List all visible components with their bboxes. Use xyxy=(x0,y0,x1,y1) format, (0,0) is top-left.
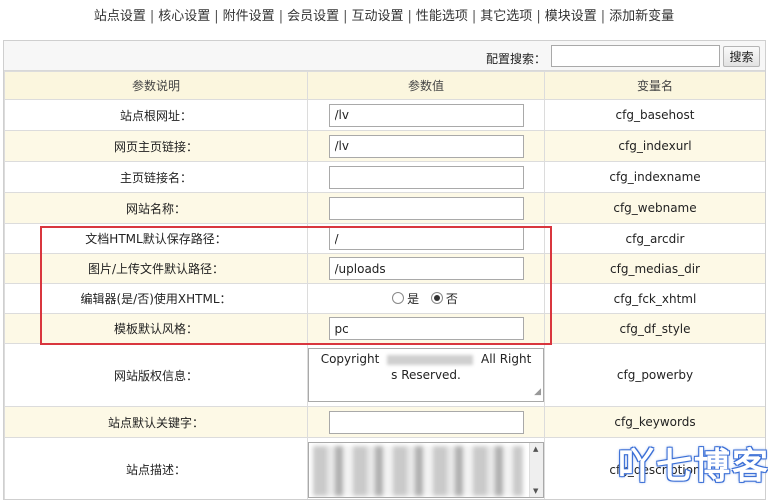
column-header-value: 参数值 xyxy=(307,71,545,100)
radio-label: 是 xyxy=(407,291,420,306)
copyright-text-line2: s Reserved. xyxy=(391,368,461,382)
search-label: 配置搜索： xyxy=(486,52,547,66)
xhtml-radio-yes[interactable]: 是 xyxy=(392,290,419,307)
variable-name: cfg_medias_dir xyxy=(544,253,765,284)
nav-other-options[interactable]: 其它选项 xyxy=(480,9,532,24)
variable-name: cfg_df_style xyxy=(544,313,765,344)
nav-add-variable[interactable]: 添加新变量 xyxy=(609,9,674,24)
table-row: 主页链接名： cfg_indexname xyxy=(4,161,765,193)
search-button[interactable]: 搜索 xyxy=(723,46,760,67)
medias-dir-input[interactable] xyxy=(328,257,524,280)
arcdir-input[interactable] xyxy=(328,227,524,250)
variable-name: cfg_fck_xhtml xyxy=(544,283,765,314)
row-label: 网页主页链接： xyxy=(4,130,308,162)
row-label: 网站版权信息： xyxy=(4,343,308,407)
resize-grip-icon[interactable]: ◢ xyxy=(534,384,541,400)
nav-separator: | xyxy=(149,9,155,24)
search-input[interactable] xyxy=(551,45,720,67)
copyright-text-end: All Right xyxy=(481,352,532,366)
row-label: 主页链接名： xyxy=(4,161,308,193)
nav-separator: | xyxy=(407,9,412,24)
row-label: 编辑器(是/否)使用XHTML： xyxy=(4,283,308,314)
template-style-input[interactable] xyxy=(328,317,524,340)
xhtml-radio-no[interactable]: 否 xyxy=(430,290,458,307)
nav-module-settings[interactable]: 模块设置 xyxy=(545,9,597,24)
variable-name: cfg_powerby xyxy=(544,343,765,407)
nav-interaction-settings[interactable]: 互动设置 xyxy=(351,9,403,24)
redacted-text xyxy=(387,354,474,365)
copyright-text-start: Copyright xyxy=(320,352,380,366)
powerby-textarea[interactable]: Copyright All Right s Reserved. ◢ xyxy=(308,348,544,402)
table-row: 网页主页链接： cfg_indexurl xyxy=(4,130,765,162)
variable-name: cfg_indexname xyxy=(544,161,765,193)
row-label: 站点默认关键字： xyxy=(4,406,308,438)
nav-core-settings[interactable]: 核心设置 xyxy=(158,9,210,24)
nav-performance-options[interactable]: 性能选项 xyxy=(416,9,468,24)
nav-site-settings[interactable]: 站点设置 xyxy=(94,9,146,24)
config-search-bar: 配置搜索： 搜索 xyxy=(4,41,765,71)
row-label: 模板默认风格： xyxy=(4,313,308,344)
basehost-input[interactable] xyxy=(328,103,524,127)
row-label: 图片/上传文件默认路径： xyxy=(4,253,308,284)
textarea-scrollbar[interactable]: ▲ ▼ xyxy=(529,442,543,497)
variable-name: cfg_arcdir xyxy=(544,223,765,254)
radio-button-selected-icon[interactable] xyxy=(430,292,443,305)
nav-separator: | xyxy=(536,9,541,24)
watermark-logo: 吖七博客 xyxy=(618,446,768,487)
nav-separator: | xyxy=(278,9,284,24)
table-row: 文档HTML默认保存路径： cfg_arcdir xyxy=(4,223,765,254)
table-row: 网站版权信息： Copyright All Right s Reserved. … xyxy=(4,343,765,407)
scroll-up-icon[interactable]: ▲ xyxy=(533,445,538,453)
table-row: 网站名称： cfg_webname xyxy=(4,192,765,224)
nav-separator: | xyxy=(214,9,219,24)
redacted-text xyxy=(313,445,523,496)
table-row: 站点默认关键字： cfg_keywords xyxy=(4,406,765,438)
indexname-input[interactable] xyxy=(328,165,524,189)
description-textarea[interactable]: ▲ ▼ xyxy=(308,441,544,498)
table-row: 编辑器(是/否)使用XHTML： 是 否 cfg_fck_xhtml xyxy=(4,283,765,314)
nav-separator: | xyxy=(471,9,477,24)
table-row: 站点根网址： cfg_basehost xyxy=(4,99,765,131)
column-header-variable: 变量名 xyxy=(544,71,765,100)
radio-button-icon[interactable] xyxy=(392,292,405,305)
settings-table: 参数说明 参数值 变量名 站点根网址： cfg_basehost 网页主页链接：… xyxy=(4,71,765,499)
indexurl-input[interactable] xyxy=(328,134,524,158)
variable-name: cfg_keywords xyxy=(544,406,765,438)
nav-attachment-settings[interactable]: 附件设置 xyxy=(223,9,275,24)
nav-member-settings[interactable]: 会员设置 xyxy=(287,9,339,24)
row-label: 文档HTML默认保存路径： xyxy=(4,223,308,254)
nav-separator: | xyxy=(600,9,606,24)
row-label: 站点根网址： xyxy=(4,99,308,131)
radio-label: 否 xyxy=(445,291,458,306)
table-row: 图片/上传文件默认路径： cfg_medias_dir xyxy=(4,253,765,284)
variable-name: cfg_basehost xyxy=(544,99,765,131)
nav-separator: | xyxy=(343,9,348,24)
row-label: 站点描述： xyxy=(4,437,308,499)
keywords-input[interactable] xyxy=(328,410,524,434)
settings-panel: 配置搜索： 搜索 参数说明 参数值 变量名 站点根网址： cfg_basehos… xyxy=(3,40,766,500)
variable-name: cfg_webname xyxy=(544,192,765,224)
table-row: 模板默认风格： cfg_df_style xyxy=(4,313,765,344)
row-label: 网站名称： xyxy=(4,192,308,224)
settings-nav: 站点设置 | 核心设置 | 附件设置 | 会员设置 | 互动设置 | 性能选项 | 其它选项 | 模块设置 |… xyxy=(0,0,768,34)
scroll-down-icon[interactable]: ▼ xyxy=(533,487,538,495)
webname-input[interactable] xyxy=(328,196,524,220)
variable-name: cfg_indexurl xyxy=(544,130,765,162)
column-header-description: 参数说明 xyxy=(4,71,308,100)
